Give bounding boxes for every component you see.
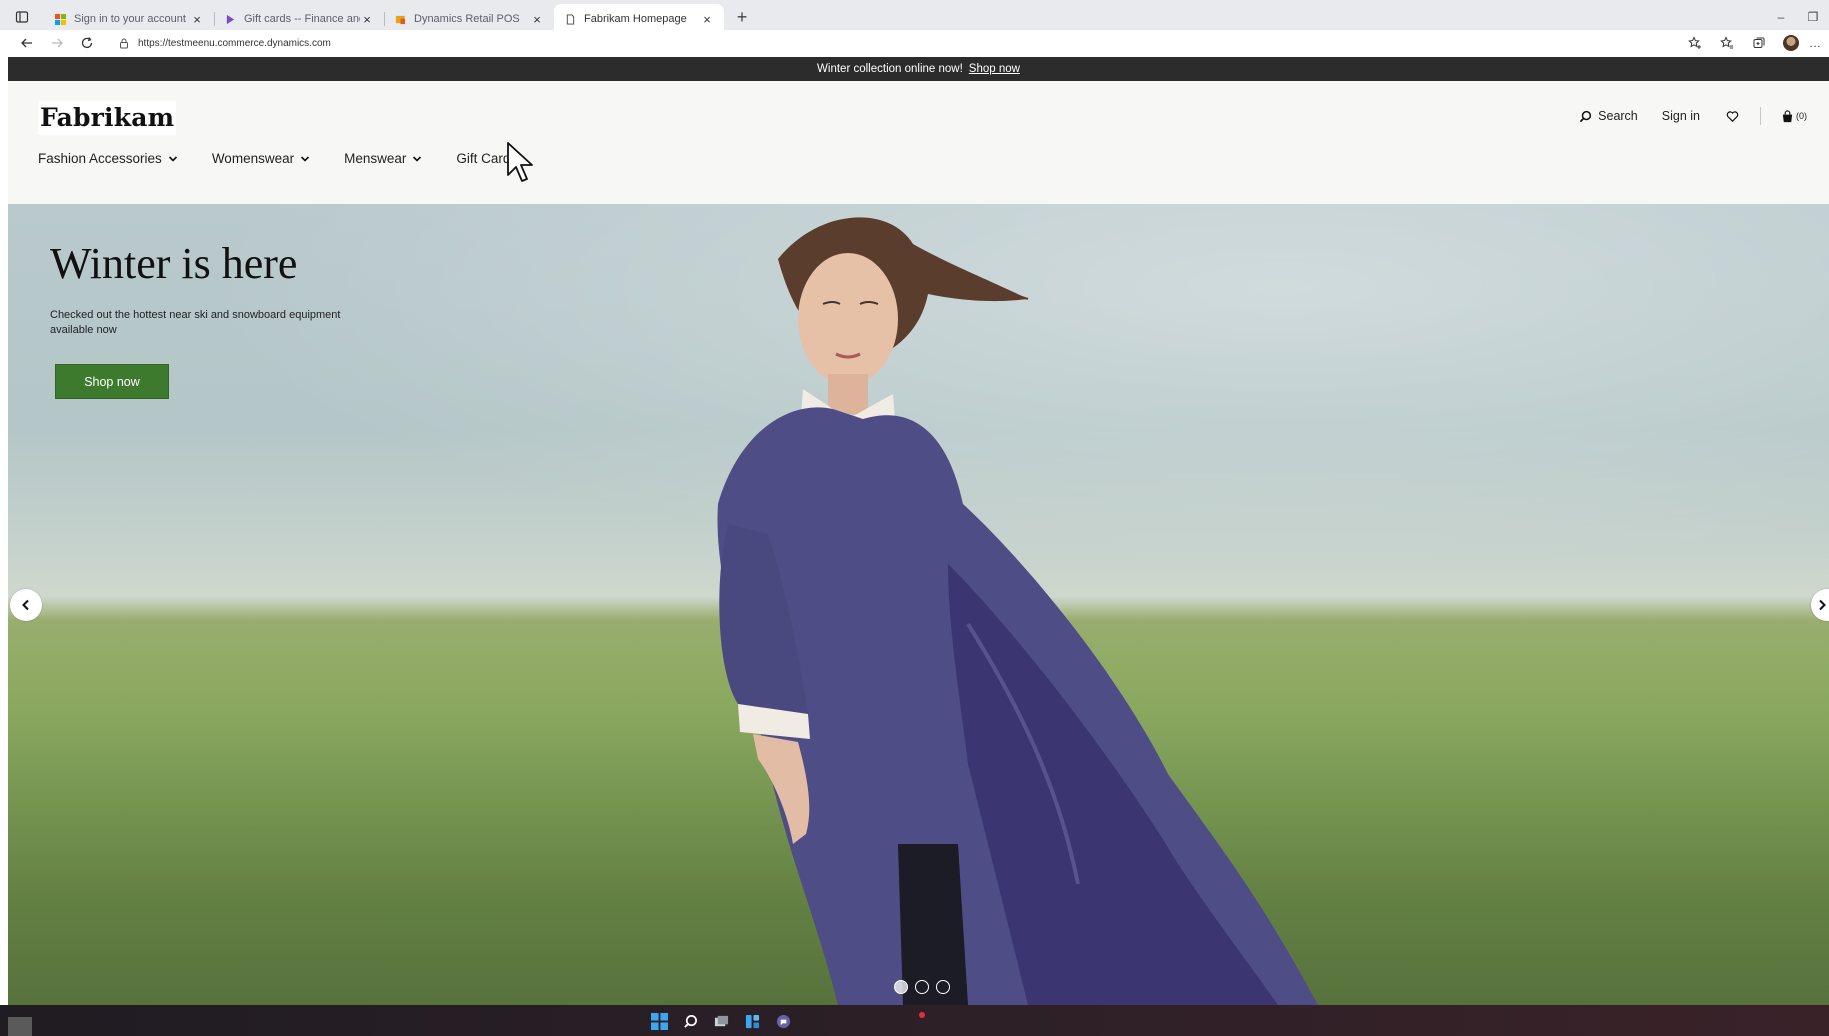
add-favorite-button[interactable] — [1679, 30, 1711, 56]
nav-item-label: Fashion Accessories — [38, 151, 162, 166]
search-label: Search — [1598, 109, 1638, 123]
site-header: Fabrikam Search Sign in (0) Fashion Acce… — [8, 81, 1829, 204]
hero-model-image — [717, 217, 1318, 1005]
address-bar: https://testmeenu.commerce.dynamics.com … — [0, 30, 1829, 56]
new-tab-button[interactable]: + — [728, 3, 756, 31]
chevron-down-icon — [413, 155, 422, 162]
collections-icon — [1753, 37, 1765, 48]
close-tab-icon[interactable]: × — [700, 12, 714, 27]
forward-arrow-icon — [52, 38, 63, 48]
lock-icon — [120, 38, 128, 49]
settings-more-button[interactable]: … — [1807, 30, 1823, 56]
widgets-button[interactable] — [741, 1012, 763, 1030]
hero-text-block: Winter is here Checked out the hottest n… — [50, 238, 410, 399]
back-button[interactable] — [12, 30, 42, 56]
close-tab-icon[interactable]: × — [530, 12, 544, 27]
shopping-bag-icon — [1782, 109, 1793, 122]
teams-chat-button[interactable] — [772, 1012, 794, 1030]
hero-title: Winter is here — [50, 239, 298, 288]
retail-pos-icon — [394, 13, 406, 25]
close-tab-icon[interactable]: × — [190, 12, 204, 27]
nav-item-label: Menswear — [344, 151, 407, 166]
restore-icon[interactable]: ❐ — [1797, 10, 1829, 24]
start-button[interactable] — [648, 1012, 670, 1030]
avatar — [1783, 35, 1799, 51]
cart-count: (0) — [1796, 111, 1807, 121]
search-icon — [1579, 110, 1592, 122]
nav-item-womenswear[interactable]: Womenswear — [212, 151, 310, 166]
browser-tab[interactable]: Gift cards -- Finance and Operat × — [214, 6, 384, 32]
nav-item-label: Womenswear — [211, 151, 295, 166]
chevron-down-icon — [301, 155, 310, 162]
taskbar-icons — [648, 1012, 803, 1030]
promo-text: Winter collection online now! — [817, 63, 963, 75]
recording-indicator — [919, 1012, 925, 1018]
nav-item-menswear[interactable]: Menswear — [344, 151, 422, 166]
url-field[interactable]: https://testmeenu.commerce.dynamics.com — [118, 37, 331, 49]
widgets-icon — [745, 1014, 759, 1028]
chevron-right-icon — [1819, 599, 1826, 611]
site-logo[interactable]: Fabrikam — [38, 101, 177, 135]
task-view-button[interactable] — [710, 1012, 732, 1030]
chat-icon — [776, 1014, 790, 1028]
carousel-dot-2[interactable] — [915, 980, 929, 994]
promo-banner: Winter collection online now! Shop now — [8, 57, 1829, 81]
taskbar-widget[interactable] — [8, 1017, 32, 1036]
url-text: https://testmeenu.commerce.dynamics.com — [138, 37, 331, 49]
favorites-icon — [1720, 36, 1733, 49]
minimize-icon[interactable]: – — [1765, 10, 1797, 24]
carousel-previous-button[interactable] — [10, 589, 42, 621]
browser-tab[interactable]: Dynamics Retail POS × — [384, 6, 554, 32]
header-divider — [1760, 107, 1761, 125]
hero-carousel: Winter is here Checked out the hottest n… — [8, 204, 1829, 1005]
carousel-dot-3[interactable] — [936, 980, 950, 994]
refresh-button[interactable] — [72, 30, 102, 56]
heart-icon — [1726, 110, 1738, 122]
hero-shop-now-button[interactable]: Shop now — [55, 364, 169, 399]
search-icon — [683, 1014, 697, 1028]
forward-button[interactable] — [42, 30, 72, 56]
promo-shop-now-link[interactable]: Shop now — [969, 63, 1020, 75]
microsoft-logo-icon — [54, 13, 66, 25]
favorites-button[interactable] — [1711, 30, 1743, 56]
tab-title: Gift cards -- Finance and Operat — [244, 13, 360, 25]
tab-title: Fabrikam Homepage — [584, 13, 687, 25]
collections-button[interactable] — [1743, 30, 1775, 56]
close-tab-icon[interactable]: × — [360, 12, 374, 27]
profile-button[interactable] — [1775, 30, 1807, 56]
header-actions: Search Sign in (0) — [1579, 107, 1807, 125]
tab-title: Sign in to your account — [74, 13, 186, 25]
browser-toolbar: … — [1679, 30, 1829, 56]
more-icon: … — [1809, 36, 1821, 50]
main-navigation: Fashion Accessories Womenswear Menswear … — [38, 151, 551, 166]
windows-logo-icon — [650, 1012, 668, 1030]
task-view-icon — [714, 1015, 728, 1026]
carousel-indicators — [894, 980, 957, 994]
taskbar-search-button[interactable] — [679, 1012, 701, 1030]
nav-item-fashion-accessories[interactable]: Fashion Accessories — [38, 151, 178, 166]
os-taskbar — [0, 1005, 1829, 1036]
page-viewport: Winter collection online now! Shop now F… — [8, 57, 1829, 1005]
browser-tab-bar: Sign in to your account × Gift cards -- … — [0, 0, 1829, 34]
chevron-left-icon — [22, 599, 29, 611]
tab-title: Dynamics Retail POS — [414, 13, 520, 25]
mouse-cursor-icon — [507, 142, 533, 182]
carousel-dot-1[interactable] — [894, 980, 908, 994]
browser-tab[interactable]: Sign in to your account × — [44, 6, 214, 32]
refresh-icon — [81, 37, 93, 49]
star-add-icon — [1688, 36, 1701, 49]
back-arrow-icon — [21, 38, 32, 48]
chevron-down-icon — [168, 155, 177, 162]
search-button[interactable]: Search — [1579, 109, 1638, 123]
wishlist-button[interactable] — [1724, 108, 1740, 124]
sign-in-link[interactable]: Sign in — [1662, 109, 1700, 123]
page-icon — [564, 13, 576, 25]
window-controls: – ❐ — [1765, 0, 1829, 34]
cart-button[interactable]: (0) — [1781, 109, 1807, 123]
tab-actions-icon — [15, 11, 29, 23]
dynamics-icon — [224, 13, 236, 25]
hero-subtitle: Checked out the hottest near ski and sno… — [50, 309, 341, 336]
tab-actions-button[interactable] — [0, 0, 44, 34]
